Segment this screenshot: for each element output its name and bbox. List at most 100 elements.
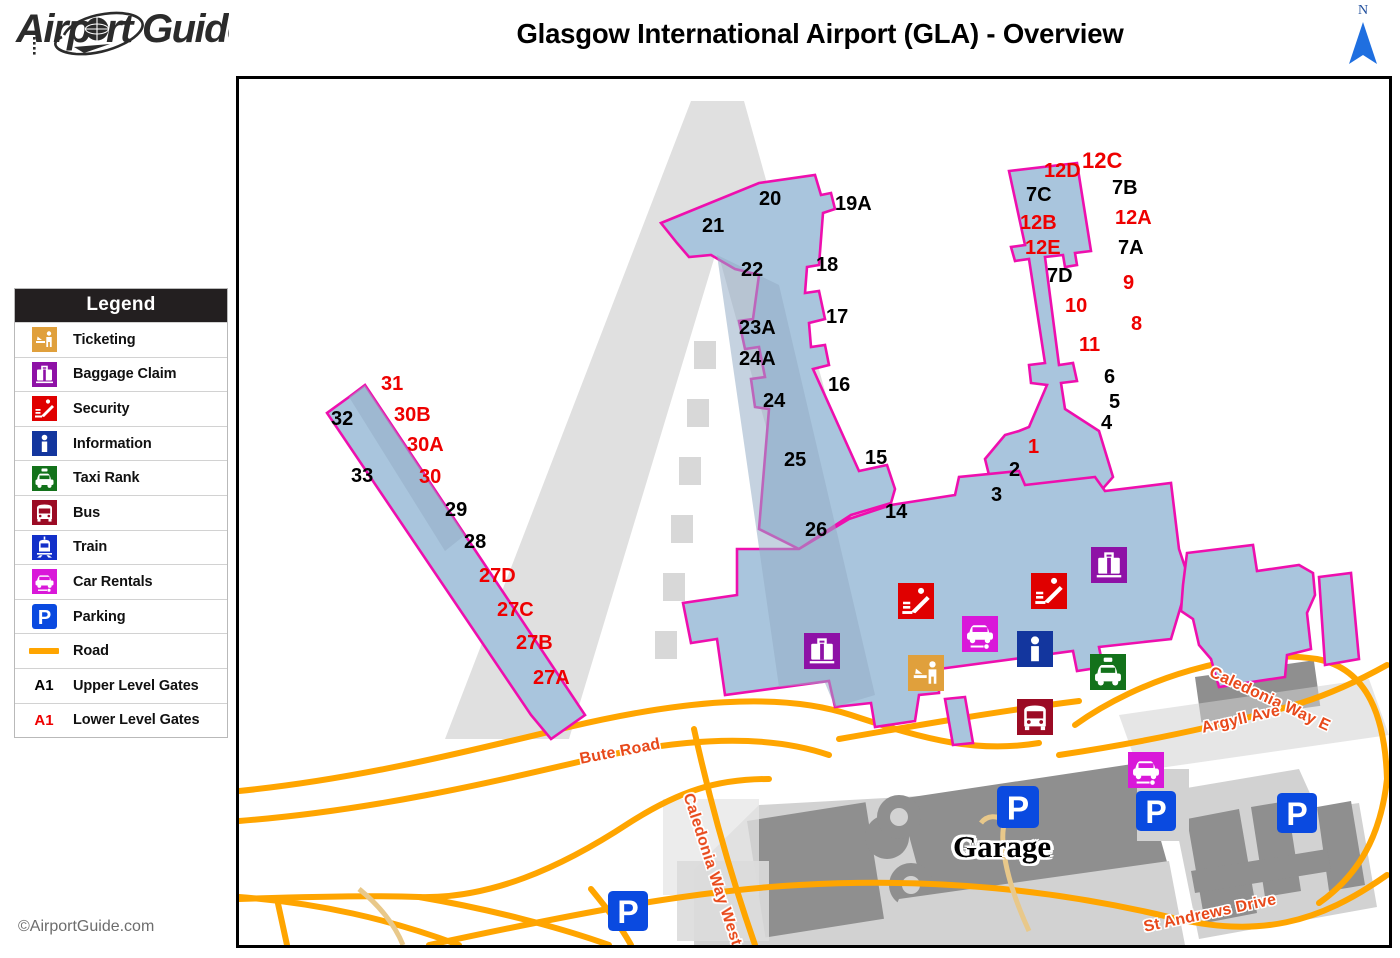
legend-item-taxi-rank: Taxi Rank [15,460,227,495]
parking-icon-east[interactable]: P [1136,791,1176,831]
svg-text:P: P [1286,796,1307,832]
legend-item-train: Train [15,529,227,565]
gate-label-12B: 12B [1020,212,1057,234]
airport-map[interactable]: 12D 12C 7C 7B 12B 12A 12E 7A 7D 9 10 8 1… [236,76,1392,948]
gate-label-6: 6 [1104,366,1116,388]
copyright-text: ©AirportGuide.com [18,918,155,935]
legend-item-road: Road [15,633,227,668]
car-rentals-icon[interactable] [962,616,998,652]
gate-label-30B: 30B [394,404,431,426]
svg-text:P: P [37,607,50,629]
gate-label-24: 24 [763,390,786,412]
lower-gate-key: A1 [15,712,73,729]
security-icon [15,396,73,422]
parking-icon-far-east[interactable]: P [1277,793,1317,833]
legend-item-baggage-claim: Baggage Claim [15,356,227,392]
gate-label-7D: 7D [1047,265,1073,287]
legend-label: Baggage Claim [73,366,177,383]
gate-label-8: 8 [1131,313,1143,335]
gate-label-14: 14 [885,501,908,523]
security-icon[interactable] [898,583,934,619]
legend-label: Information [73,435,152,452]
north-arrow-icon [1349,22,1377,64]
bus-icon [15,500,73,526]
svg-text:Guide: Guide [142,7,229,51]
information-icon [15,431,73,457]
parking-icon-garage[interactable]: P [997,786,1039,828]
legend-label: Security [73,400,130,417]
legend-panel: Legend Ticketing Baggage Claim Security … [14,288,228,739]
legend-label: Ticketing [73,331,136,348]
car-rentals-icon [15,569,73,595]
gate-label-18: 18 [816,254,839,276]
gate-label-33: 33 [351,465,374,487]
legend-item-security: Security [15,391,227,426]
legend-label: Car Rentals [73,573,153,590]
taxi-rank-icon [15,465,73,491]
svg-text:P: P [1007,791,1029,828]
legend-label: Parking [73,608,126,625]
legend-item-ticketing: Ticketing [15,322,227,357]
legend-label: Road [73,643,109,660]
baggage-claim-icon[interactable] [804,633,840,669]
upper-gate-key: A1 [15,677,73,694]
parking-icon: P [15,604,73,630]
legend-label: Bus [73,504,101,521]
legend-label: Train [73,539,108,556]
gate-label-4: 4 [1101,412,1113,434]
parking-icon-west[interactable]: P [608,891,648,931]
gate-label-20: 20 [759,188,782,210]
gate-label-22: 22 [741,259,764,281]
security-icon-2[interactable] [1031,573,1067,609]
gate-label-12D: 12D [1044,160,1081,182]
legend-label: Taxi Rank [73,470,140,487]
legend-item-upper-level-gates: A1 Upper Level Gates [15,667,227,703]
gate-label-28: 28 [464,531,487,553]
gate-label-12C: 12C [1082,148,1123,173]
gate-label-19A: 19A [835,193,872,215]
legend-label: Lower Level Gates [73,712,200,729]
baggage-claim-icon [15,361,73,387]
gate-label-11: 11 [1079,334,1101,356]
baggage-claim-icon-2[interactable] [1091,547,1127,583]
gate-label-12A: 12A [1115,207,1152,229]
gate-label-7C: 7C [1026,184,1052,206]
legend-item-parking: P Parking [15,598,227,634]
gate-label-32: 32 [331,408,354,430]
ticketing-icon [15,327,73,353]
gate-label-5: 5 [1109,391,1121,413]
car-rentals-icon-2[interactable] [1128,752,1164,788]
gate-label-10: 10 [1065,295,1088,317]
legend-label: Upper Level Gates [73,677,199,694]
legend-item-information: Information [15,425,227,461]
gate-label-23A: 23A [739,317,776,339]
taxi-rank-icon[interactable] [1090,654,1126,690]
gate-label-30A: 30A [407,434,444,456]
legend-item-lower-level-gates: A1 Lower Level Gates [15,702,227,738]
svg-text:Airp: Airp [15,7,91,51]
gate-label-26: 26 [805,519,828,541]
gate-label-12E: 12E [1025,237,1061,259]
ticketing-icon[interactable] [908,655,944,691]
bus-icon[interactable] [1017,699,1053,735]
legend-title: Legend [15,289,227,322]
gate-label-7B: 7B [1112,177,1138,199]
road-swatch-icon [15,648,73,655]
north-compass: N [1337,4,1389,70]
svg-text:P: P [1145,794,1166,830]
gate-label-27C: 27C [497,599,534,621]
lower-gate-key-text: A1 [34,711,54,729]
gate-label-27A: 27A [533,667,570,689]
gate-label-24A: 24A [739,348,776,370]
train-icon [15,534,73,560]
gate-label-31: 31 [381,373,404,395]
page-title: Glasgow International Airport (GLA) - Ov… [516,18,1124,49]
information-icon[interactable] [1017,631,1053,667]
gate-label-15: 15 [865,447,888,469]
gate-label-29: 29 [445,499,468,521]
gate-label-2: 2 [1009,459,1021,481]
gate-label-27D: 27D [479,565,516,587]
gate-label-27B: 27B [516,632,553,654]
upper-gate-key-text: A1 [34,677,54,695]
compass-north-label: N [1357,3,1369,18]
